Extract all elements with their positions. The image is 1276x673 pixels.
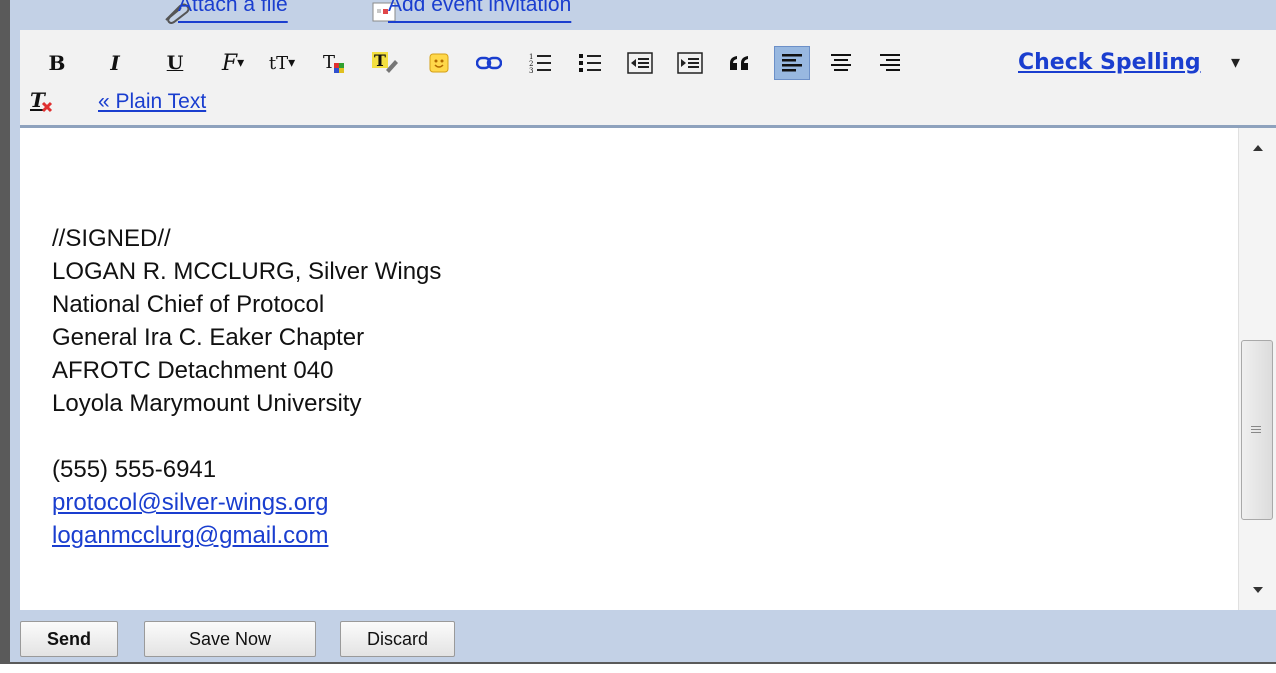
send-button[interactable]: Send: [20, 621, 118, 657]
outdent-icon: [627, 52, 653, 74]
indent-icon: [677, 52, 703, 74]
decrease-indent-button[interactable]: [625, 48, 655, 78]
align-center-icon: [831, 54, 851, 71]
email-link-personal[interactable]: loganmcclurg@gmail.com: [52, 522, 328, 549]
highlight-color-button[interactable]: T: [370, 48, 400, 78]
signature-line: AFROTC Detachment 040: [52, 357, 334, 384]
italic-button[interactable]: I: [100, 48, 130, 78]
underline-button[interactable]: U: [160, 48, 190, 78]
align-left-button[interactable]: [774, 46, 810, 80]
save-label: Save Now: [188, 628, 272, 649]
phone-number: (555) 555-6941: [52, 456, 217, 483]
compose-window: Attach a file Add event invitation B I U…: [0, 0, 1276, 673]
scroll-grip-icon: [1251, 426, 1261, 433]
align-right-button[interactable]: [875, 48, 905, 78]
add-event-label: Add event invitation: [388, 0, 572, 16]
email-link-protocol[interactable]: protocol@silver-wings.org: [52, 489, 328, 516]
signature-line: Loyola Marymount University: [52, 390, 362, 417]
quote-icon: [730, 56, 748, 70]
send-label: Send: [46, 628, 91, 649]
align-center-button[interactable]: [826, 48, 856, 78]
numbered-list-button[interactable]: 123: [525, 48, 555, 78]
add-event-invitation-link[interactable]: Add event invitation: [388, 0, 571, 26]
size-label: tT: [268, 52, 289, 74]
attachment-bar: Attach a file Add event invitation: [20, 0, 1276, 30]
bulleted-list-button[interactable]: [575, 48, 605, 78]
link-icon: [476, 56, 502, 70]
font-size-button[interactable]: tT ▾: [262, 48, 302, 78]
bold-button[interactable]: B: [42, 48, 72, 78]
smiley-icon: [429, 53, 449, 73]
attach-file-link[interactable]: Attach a file: [178, 0, 288, 26]
vertical-scrollbar[interactable]: [1238, 128, 1276, 610]
highlight-icon: T: [372, 51, 398, 73]
signature-line: General Ira C. Eaker Chapter: [52, 324, 365, 351]
window-border: [0, 0, 10, 664]
font-button[interactable]: F ▾: [210, 48, 256, 78]
blockquote-button[interactable]: [725, 48, 755, 78]
window-border-inner: [10, 0, 20, 664]
size-dropdown-icon: ▾: [288, 55, 296, 71]
font-dropdown-icon: ▾: [237, 55, 245, 71]
save-now-button[interactable]: Save Now: [144, 621, 316, 657]
align-right-icon: [880, 54, 900, 71]
compose-action-bar: Send Save Now Discard: [10, 610, 1276, 664]
svg-text:3: 3: [529, 67, 533, 75]
remove-formatting-button[interactable]: T: [26, 86, 56, 116]
bold-label: B: [48, 51, 66, 75]
signature-blank-line: [52, 420, 441, 453]
italic-label: I: [110, 51, 120, 75]
text-color-icon: T: [323, 52, 344, 73]
emoticon-button[interactable]: [424, 48, 454, 78]
underline-label: U: [166, 52, 184, 74]
plain-text-link[interactable]: « Plain Text: [98, 90, 206, 114]
bulleted-list-icon: [579, 54, 601, 72]
scroll-up-arrow-icon[interactable]: [1239, 128, 1276, 168]
align-left-icon: [782, 54, 802, 72]
font-label: F: [221, 50, 238, 76]
svg-text:T: T: [374, 51, 386, 70]
discard-button[interactable]: Discard: [340, 621, 455, 657]
check-spelling-dropdown-icon[interactable]: ▾: [1231, 52, 1240, 73]
signature-line: National Chief of Protocol: [52, 291, 325, 318]
signature-line: //SIGNED//: [52, 225, 171, 252]
text-color-button[interactable]: T: [320, 48, 350, 78]
window-bottom-margin: [0, 664, 1276, 673]
signature-block: //SIGNED// LOGAN R. MCCLURG, Silver Wing…: [52, 222, 441, 552]
svg-text:T: T: [323, 52, 335, 73]
scrollbar-thumb[interactable]: [1241, 340, 1273, 520]
signature-line: LOGAN R. MCCLURG, Silver Wings: [52, 258, 442, 285]
discard-label: Discard: [366, 628, 428, 649]
link-button[interactable]: [474, 48, 504, 78]
increase-indent-button[interactable]: [675, 48, 705, 78]
remove-formatting-icon: T: [30, 88, 53, 113]
message-body-editor[interactable]: //SIGNED// LOGAN R. MCCLURG, Silver Wing…: [20, 128, 1238, 610]
check-spelling-link[interactable]: Check Spelling: [1018, 50, 1201, 75]
scroll-down-arrow-icon[interactable]: [1239, 570, 1276, 610]
formatting-toolbar: B I U F ▾ tT ▾ T T 123 Check Spelling ▾ …: [20, 30, 1276, 126]
numbered-list-icon: 123: [529, 53, 551, 75]
attach-file-label: Attach a file: [178, 0, 288, 16]
